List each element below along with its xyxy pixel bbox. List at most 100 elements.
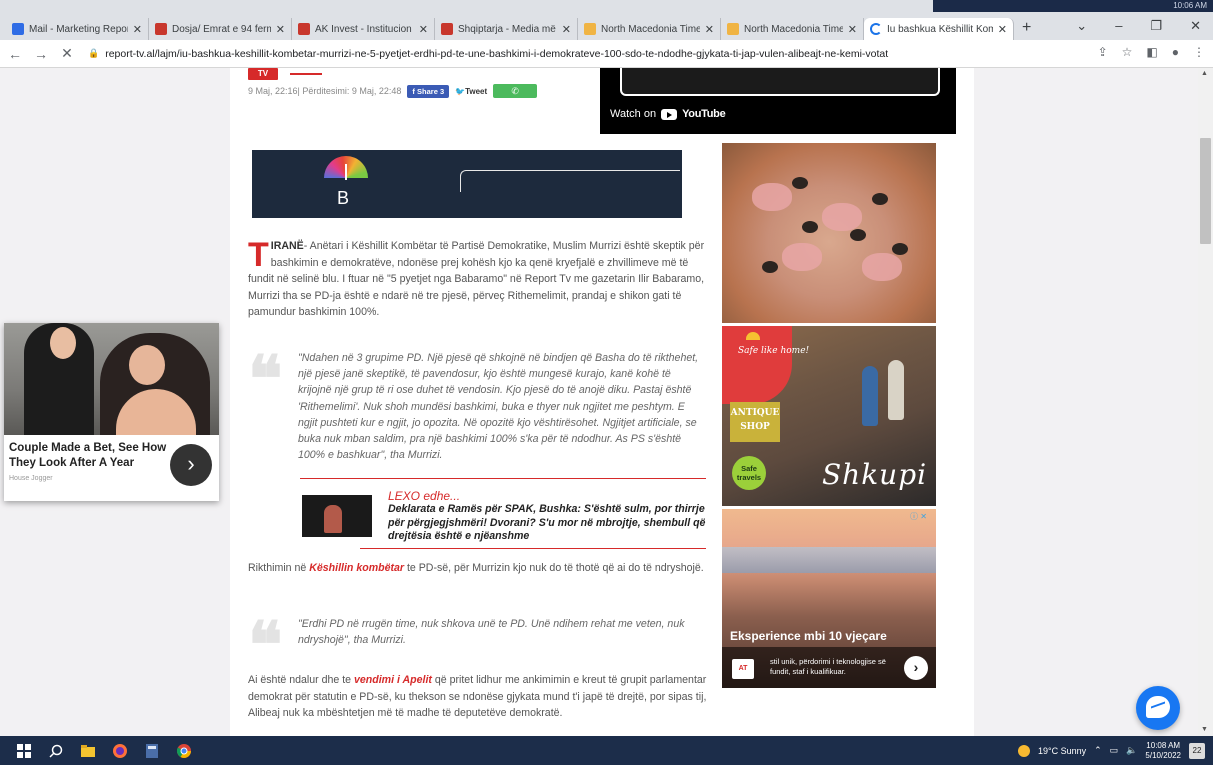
whatsapp-button[interactable]: ✆ xyxy=(493,84,538,98)
ad-eksperience[interactable]: ⓘ ✕ Eksperience mbi 10 vjeçare AT stil u… xyxy=(722,509,936,688)
minimize-button[interactable]: – xyxy=(1115,18,1122,34)
related-thumbnail[interactable] xyxy=(302,495,372,537)
chevron-right-icon[interactable]: › xyxy=(904,656,928,680)
close-icon[interactable]: ✕ xyxy=(276,23,285,36)
page-scrollbar[interactable]: ▲ ▼ xyxy=(1198,68,1213,736)
floating-ad[interactable]: Couple Made a Bet, See How They Look Aft… xyxy=(4,323,219,501)
show-banner: B xyxy=(252,150,682,218)
scroll-thumb[interactable] xyxy=(1200,138,1211,244)
tab-mail[interactable]: Mail - Marketing Report - ✕ xyxy=(6,18,149,40)
system-tray: 19°C Sunny ⌃ ▭ 🔈 10:08 AM 5/10/2022 22 xyxy=(1017,736,1205,765)
keshilli-link[interactable]: Këshillin kombëtar xyxy=(309,562,404,574)
close-icon[interactable]: ✕ xyxy=(848,23,857,36)
tab-shqiptarja[interactable]: Shqiptarja - Media më e ✕ xyxy=(435,18,578,40)
quote-text: "Erdhi PD në rrugën time, nuk shkova unë… xyxy=(298,618,685,647)
clock[interactable]: 10:08 AM 5/10/2022 xyxy=(1145,741,1181,761)
file-explorer-icon[interactable] xyxy=(80,743,96,759)
tab-label: Mail - Marketing Report - xyxy=(29,23,128,35)
close-icon[interactable]: ✕ xyxy=(133,23,142,36)
article-lead: T IRANË- Anëtari i Këshillit Kombëtar të … xyxy=(248,238,710,321)
site-icon xyxy=(584,23,596,35)
profile-icon[interactable]: ● xyxy=(1172,45,1179,59)
related-article[interactable]: LEXO edhe... Deklarata e Ramës për SPAK,… xyxy=(300,478,706,550)
ham-slice xyxy=(752,183,792,211)
whatsapp-icon: ✆ xyxy=(511,86,519,96)
tab-label: North Macedonia Times xyxy=(601,23,700,35)
tab-label: Shqiptarja - Media më e xyxy=(458,23,557,35)
facebook-share-button[interactable]: f Share 3 xyxy=(407,84,450,98)
text: te PD-së, për Murrizin kjo nuk do të tho… xyxy=(404,562,704,574)
youtube-embed[interactable]: Watch on YouTube xyxy=(600,68,956,134)
tab-active-article[interactable]: Iu bashkua Këshillit Komb ✕ xyxy=(864,18,1014,40)
close-icon[interactable]: ✕ xyxy=(998,23,1007,36)
olive xyxy=(802,221,818,233)
tab-akinvest[interactable]: AK Invest - Institucion Fi ✕ xyxy=(292,18,435,40)
tab-nmt-1[interactable]: North Macedonia Times ✕ xyxy=(578,18,721,40)
chrome-icon[interactable] xyxy=(176,743,192,759)
tweet-label: Tweet xyxy=(465,86,488,96)
lock-icon[interactable]: 🔒 xyxy=(88,48,99,59)
site-icon xyxy=(155,23,167,35)
url-field[interactable]: 🔒 report-tv.al/lajm/iu-bashkua-keshillit… xyxy=(88,48,1148,60)
paragraph: Ai është ndalur dhe te vendimi i Apelit … xyxy=(248,672,710,722)
tab-search-icon[interactable]: ⌄ xyxy=(1076,18,1087,34)
messenger-chat-button[interactable] xyxy=(1136,686,1180,730)
ad-tagline: Safe like home! xyxy=(738,346,810,356)
ad-pizza-image[interactable] xyxy=(722,143,936,323)
tab-label: North Macedonia Times xyxy=(744,23,843,35)
notification-icon[interactable]: 22 xyxy=(1189,742,1205,759)
watch-on-youtube-link[interactable]: Watch on YouTube xyxy=(610,108,726,120)
tray-chevron-icon[interactable]: ⌃ xyxy=(1094,745,1102,756)
sidepanel-icon[interactable]: ◧ xyxy=(1146,45,1157,59)
related-title-link[interactable]: Deklarata e Ramës për SPAK, Bushka: S'ës… xyxy=(388,503,706,544)
tab-dosja[interactable]: Dosja/ Emrat e 94 fermer ✕ xyxy=(149,18,292,40)
quote-text: "Ndahen në 3 grupime PD. Një pjesë që sh… xyxy=(298,352,699,462)
ad-headline[interactable]: Couple Made a Bet, See How They Look Aft… xyxy=(9,441,169,471)
olive xyxy=(850,229,866,241)
share-icon[interactable]: ⇪ xyxy=(1098,45,1108,59)
volume-icon[interactable]: 🔈 xyxy=(1126,745,1137,756)
ad-title: Eksperience mbi 10 vjeçare xyxy=(730,629,887,643)
quote-mark-icon: ❝ xyxy=(248,608,283,683)
ad-shkupi-tourism[interactable]: Safe like home! ANTIQUE SHOP Safe travel… xyxy=(722,326,936,506)
vendimi-link[interactable]: vendimi i Apelit xyxy=(354,674,432,686)
page-viewport: TV 9 Maj, 22:16| Përditesimi: 9 Maj, 22:… xyxy=(0,68,1198,736)
tab-strip: Mail - Marketing Report - ✕ Dosja/ Emrat … xyxy=(6,18,1031,40)
scroll-down-icon[interactable]: ▼ xyxy=(1201,726,1208,733)
sun-icon xyxy=(746,332,760,340)
paragraph: Rikthimin në Këshillin kombëtar te PD-së… xyxy=(248,560,708,577)
back-icon[interactable]: ← xyxy=(4,46,26,62)
ad-choices-icon[interactable]: ⓘ ✕ xyxy=(910,511,927,522)
close-icon[interactable]: ✕ xyxy=(419,23,428,36)
forward-icon[interactable]: → xyxy=(30,46,52,62)
article-meta: 9 Maj, 22:16| Përditesimi: 9 Maj, 22:48 … xyxy=(248,84,538,98)
tweet-button[interactable]: 🐦Tweet xyxy=(455,87,487,96)
site-icon xyxy=(441,23,453,35)
tab-nmt-2[interactable]: North Macedonia Times ✕ xyxy=(721,18,864,40)
tab-label: Iu bashkua Këshillit Komb xyxy=(887,23,993,35)
address-bar: ← → ✕ 🔒 report-tv.al/lajm/iu-bashkua-kes… xyxy=(0,40,1213,68)
bookmark-star-icon[interactable]: ☆ xyxy=(1122,45,1133,59)
menu-kebab-icon[interactable]: ⋮ xyxy=(1193,45,1205,59)
close-icon[interactable]: ✕ xyxy=(562,23,571,36)
stop-icon[interactable]: ✕ xyxy=(56,45,78,62)
new-tab-button[interactable]: + xyxy=(1022,18,1031,40)
toolbar-actions: ⇪ ☆ ◧ ● ⋮ xyxy=(1098,45,1205,59)
maximize-button[interactable]: ❐ xyxy=(1150,18,1162,34)
dropcap: T xyxy=(248,236,269,274)
dateline-city: IRANË xyxy=(270,240,304,252)
mail-icon xyxy=(12,23,24,35)
chevron-right-icon[interactable]: › xyxy=(170,444,212,486)
person-figure xyxy=(888,360,904,420)
calculator-icon[interactable] xyxy=(144,743,160,759)
windows-start-icon[interactable] xyxy=(16,743,32,759)
search-icon[interactable] xyxy=(48,743,64,759)
tv-badge[interactable]: TV xyxy=(248,68,278,80)
window-close-button[interactable]: ✕ xyxy=(1190,18,1201,34)
scroll-up-icon[interactable]: ▲ xyxy=(1201,70,1208,77)
firefox-icon[interactable] xyxy=(112,743,128,759)
close-icon[interactable]: ✕ xyxy=(705,23,714,36)
weather-sun-icon[interactable] xyxy=(1017,744,1030,757)
network-icon[interactable]: ▭ xyxy=(1110,745,1119,756)
weather-text[interactable]: 19°C Sunny xyxy=(1038,746,1086,756)
